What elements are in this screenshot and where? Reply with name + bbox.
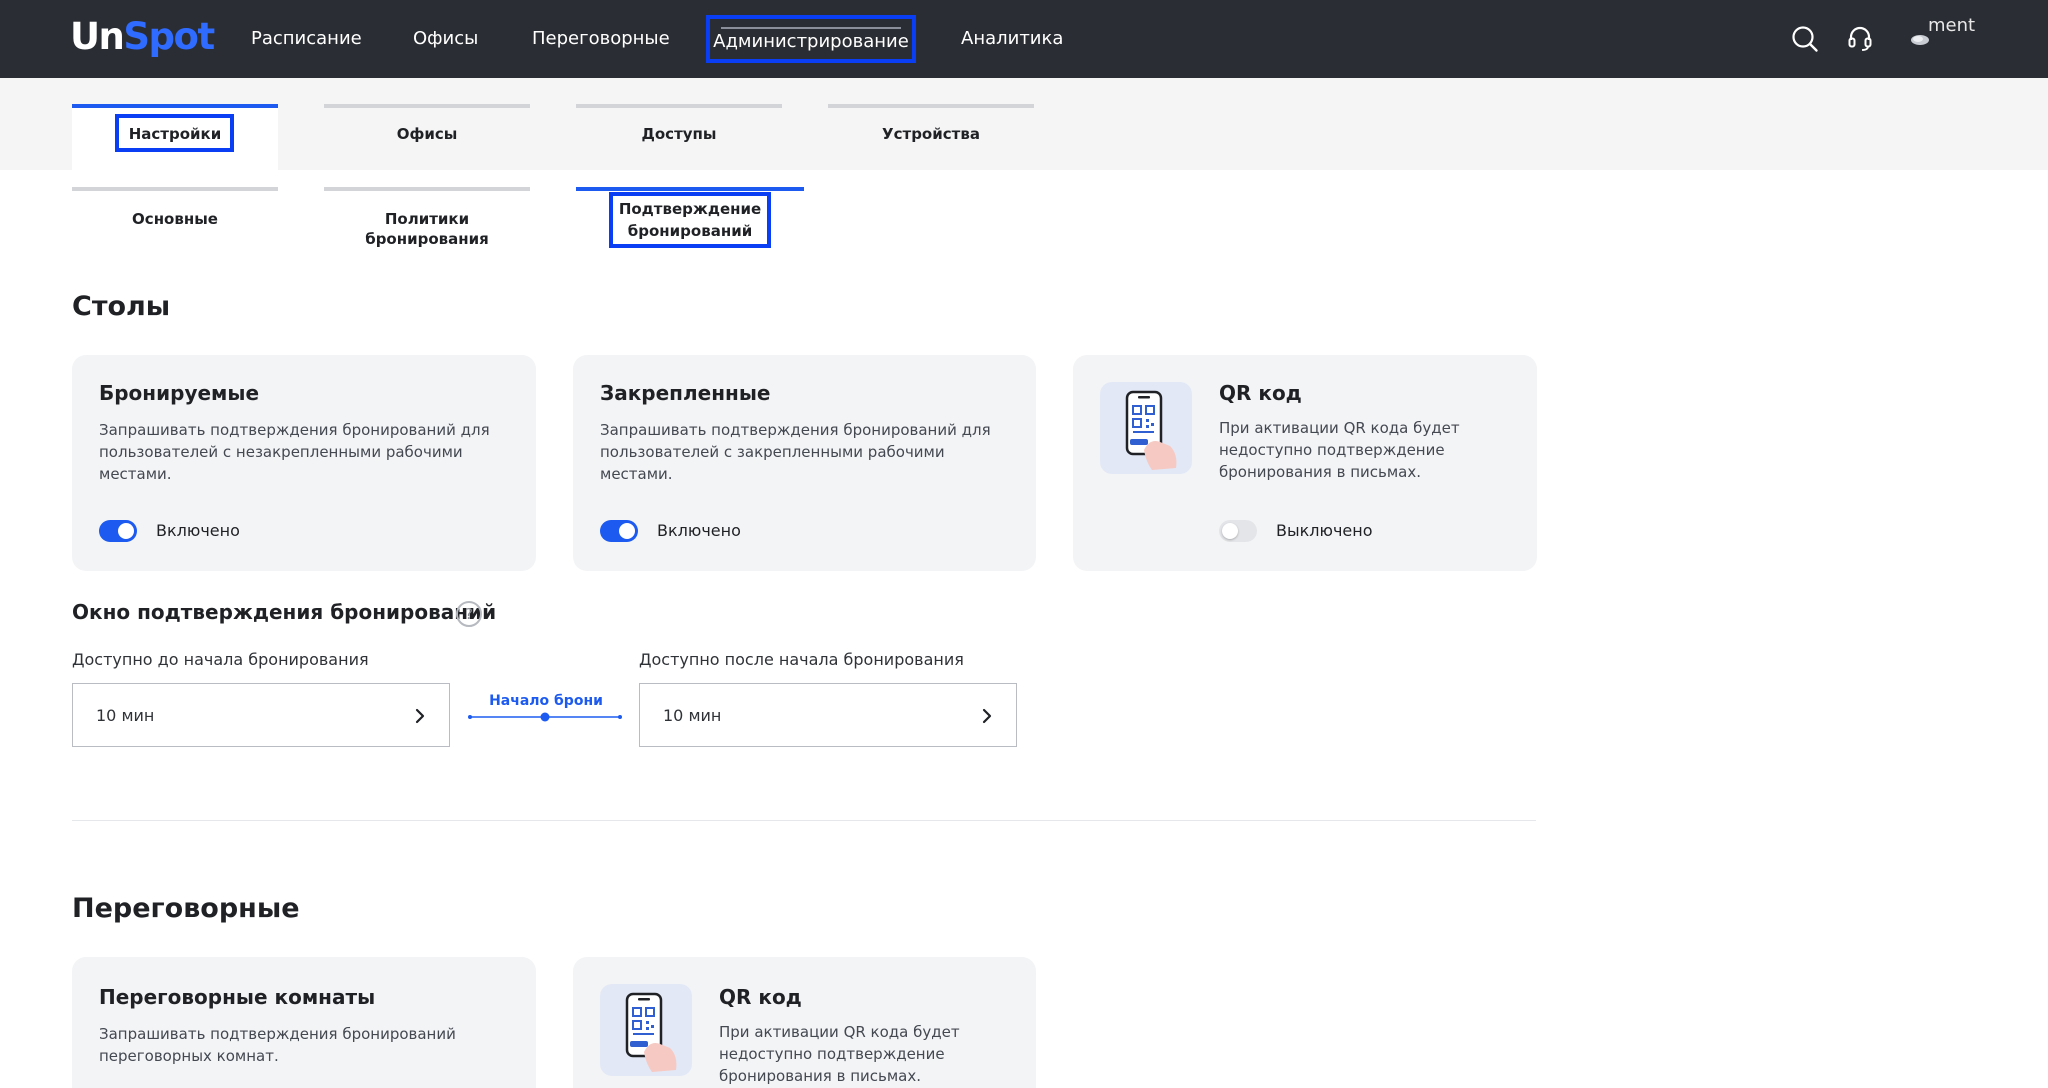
- confirmation-window-title: Окно подтверждения бронирований: [72, 600, 497, 624]
- bookable-desks-toggle[interactable]: [99, 520, 137, 542]
- subtab-booking-confirmation-label: Подтверждение бронирований: [618, 200, 762, 240]
- tab-indicator: [324, 104, 530, 108]
- chevron-right-icon: [415, 708, 425, 724]
- nav-offices[interactable]: Офисы: [413, 27, 478, 51]
- tab-indicator: [72, 104, 278, 108]
- unspot-logo[interactable]: UnSpot: [70, 14, 215, 60]
- bookable-desks-card: Бронируемые Запрашивать подтверждения бр…: [72, 355, 536, 571]
- booking-start-label: Начало брони: [489, 693, 603, 709]
- subtab-booking-policies[interactable]: Политики бронирования: [324, 187, 530, 248]
- tab-offices-label: Офисы: [396, 125, 458, 143]
- subtab-booking-policies-label: Политики бронирования: [365, 210, 489, 248]
- subtab-general-label: Основные: [132, 210, 218, 228]
- card-title: Бронируемые: [99, 381, 260, 405]
- search-icon[interactable]: [1790, 24, 1820, 54]
- tab-indicator: [828, 104, 1034, 108]
- fixed-desks-toggle[interactable]: [600, 520, 638, 542]
- tab-indicator: [576, 104, 782, 108]
- user-name[interactable]: ment: [1928, 16, 1975, 32]
- nav-administration-label: Администрирование: [713, 31, 909, 52]
- nav-analytics[interactable]: Аналитика: [961, 27, 1063, 51]
- phone-qr-icon: [600, 984, 692, 1076]
- rooms-section-title: Переговорные: [72, 893, 300, 924]
- fixed-desks-card: Закрепленные Запрашивать подтверждения б…: [573, 355, 1036, 571]
- toggle-knob: [118, 523, 134, 539]
- booking-start-timeline: [468, 712, 622, 722]
- top-navigation: UnSpot Расписание Офисы Переговорные Адм…: [0, 0, 2048, 78]
- card-description: При активации QR кода будет недоступно п…: [719, 1023, 960, 1085]
- toggle-label: Выключено: [1276, 521, 1373, 540]
- subtab-indicator: [72, 187, 278, 191]
- card-description: Запрашивать подтверждения бронирований п…: [99, 1025, 456, 1065]
- rooms-qr-code-card: QR код При активации QR кода будет недос…: [573, 957, 1036, 1088]
- tab-offices[interactable]: Офисы: [324, 104, 530, 170]
- card-description: Запрашивать подтверждения бронирований д…: [99, 421, 490, 483]
- nav-meeting-rooms[interactable]: Переговорные: [532, 27, 670, 51]
- meeting-rooms-card: Переговорные комнаты Запрашивать подтвер…: [72, 957, 536, 1088]
- support-headset-icon[interactable]: [1845, 24, 1875, 54]
- tab-access-label: Доступы: [641, 125, 717, 143]
- card-title: Переговорные комнаты: [99, 985, 376, 1009]
- nav-administration-underline: [721, 27, 901, 29]
- help-icon[interactable]: ?: [456, 601, 482, 627]
- toggle-label: Включено: [156, 521, 240, 540]
- card-description: Запрашивать подтверждения бронирований д…: [600, 421, 991, 483]
- desks-qr-code-toggle[interactable]: [1219, 520, 1257, 542]
- card-title: QR код: [719, 985, 802, 1009]
- card-title: QR код: [1219, 381, 1302, 405]
- toggle-knob: [1222, 523, 1238, 539]
- tab-access[interactable]: Доступы: [576, 104, 782, 170]
- logo-part-spot: Spot: [123, 15, 215, 58]
- section-divider: [72, 820, 1536, 821]
- tab-devices-label: Устройства: [882, 125, 980, 143]
- desks-qr-code-card: QR код При активации QR кода будет недос…: [1073, 355, 1537, 571]
- phone-qr-icon: [1100, 382, 1192, 474]
- logo-part-un: Un: [70, 15, 125, 58]
- chevron-right-icon: [982, 708, 992, 724]
- desks-section-title: Столы: [72, 291, 171, 322]
- before-start-value: 10 мин: [96, 706, 155, 725]
- after-start-label: Доступно после начала бронирования: [639, 650, 964, 669]
- subtab-general[interactable]: Основные: [72, 187, 278, 247]
- subtab-booking-confirmation-highlight[interactable]: Подтверждение бронирований: [609, 192, 771, 248]
- subtab-indicator: [576, 187, 804, 191]
- after-start-select[interactable]: 10 мин: [639, 683, 1017, 747]
- card-title: Закрепленные: [600, 381, 771, 405]
- nav-schedule[interactable]: Расписание: [251, 27, 362, 51]
- before-start-select[interactable]: 10 мин: [72, 683, 450, 747]
- nav-administration[interactable]: Администрирование: [706, 15, 916, 63]
- settings-tab-highlight: [115, 114, 234, 152]
- before-start-label: Доступно до начала бронирования: [72, 650, 369, 669]
- subtab-indicator: [324, 187, 530, 191]
- card-description: При активации QR кода будет недоступно п…: [1219, 419, 1460, 481]
- tab-devices[interactable]: Устройства: [828, 104, 1034, 170]
- toggle-label: Включено: [657, 521, 741, 540]
- toggle-knob: [619, 523, 635, 539]
- after-start-value: 10 мин: [663, 706, 722, 725]
